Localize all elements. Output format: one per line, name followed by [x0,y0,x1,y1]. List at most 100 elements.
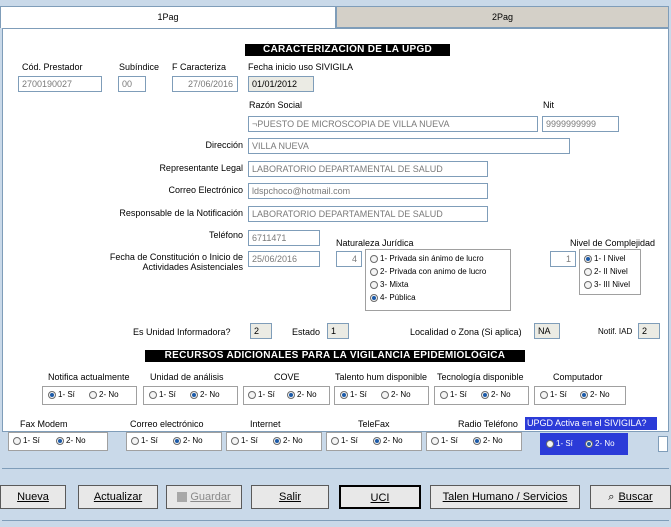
tecnologia-no[interactable]: 2- No [481,390,511,399]
cod-prestador-field[interactable]: 2700190027 [18,76,102,92]
fecha-constitucion-label-2: Actividades Asistenciales [142,262,243,272]
radio-telefono-no[interactable]: 2- No [473,436,503,445]
fecha-constitucion-field[interactable]: 25/06/2016 [248,251,320,267]
localidad-field[interactable]: NA [534,323,560,339]
internet-no[interactable]: 2- No [273,436,303,445]
unidad-analisis-no[interactable]: 2- No [190,390,220,399]
option-label: 1- Sí [241,436,258,445]
complejidad-option-1[interactable]: 1- I Nivel [584,254,626,263]
naturaleza-option-1[interactable]: 1- Privada sin ánimo de lucro [370,254,484,263]
naturaleza-option-label: 4- Pública [380,293,416,302]
save-icon [177,492,188,503]
cove-label: COVE [274,372,300,382]
complejidad-option-2[interactable]: 2- II Nivel [584,267,628,276]
cove-no[interactable]: 2- No [287,390,317,399]
naturaleza-option-2[interactable]: 2- Privada con animo de lucro [370,267,486,276]
tab-2pag[interactable]: 2Pag [336,6,669,28]
radio-selected-icon [373,436,381,445]
direccion-field[interactable]: VILLA NUEVA [248,138,570,154]
option-label: 2- No [491,390,511,399]
estado-field[interactable]: 1 [327,323,349,339]
unidad-informadora-field[interactable]: 2 [250,323,272,339]
option-label: 2- No [383,436,403,445]
fax-yes[interactable]: 1- Sí [13,436,40,445]
talen-humano-button[interactable]: Talen Humano / Servicios [430,485,580,509]
radio-icon [248,390,256,399]
telefax-yes[interactable]: 1- Sí [331,436,358,445]
correo-electronico-no[interactable]: 2- No [173,436,203,445]
option-label: 2- No [297,390,317,399]
computador-no[interactable]: 2- No [580,390,610,399]
naturaleza-field[interactable]: 4 [336,251,362,267]
complejidad-option-3[interactable]: 3- III Nivel [584,280,630,289]
recursos-title: RECURSOS ADICIONALES PARA LA VIGILANCIA … [145,350,525,362]
fax-label: Fax Modem [20,419,68,429]
buscar-button-label: Buscar [618,491,653,503]
fecha-inicio-field[interactable]: 01/01/2012 [248,76,314,92]
complejidad-option-label: 1- I Nivel [594,254,626,263]
naturaleza-option-label: 3- Mixta [380,280,409,289]
razon-social-field[interactable]: ¬PUESTO DE MICROSCOPIA DE VILLA NUEVA [248,116,538,132]
radio-icon [331,436,339,445]
option-label: 1- Sí [556,439,573,448]
actualizar-button[interactable]: Actualizar [78,485,158,509]
actualizar-button-label: Actualizar [93,491,143,503]
naturaleza-option-4[interactable]: 4- Pública [370,293,416,302]
complejidad-field[interactable]: 1 [550,251,576,267]
radio-selected-icon [370,293,378,302]
tab-1pag[interactable]: 1Pag [0,6,336,28]
subindice-label: Subíndice [119,62,160,72]
direccion-label: Dirección [205,140,243,150]
upgd-activa-yes[interactable]: 1- Sí [546,439,573,448]
subindice-field[interactable]: 00 [118,76,146,92]
f-caracteriza-field[interactable]: 27/06/2016 [172,76,238,92]
unidad-analisis-yes[interactable]: 1- Sí [149,390,176,399]
notif-iad-label: Notif. IAD [598,327,633,336]
representante-field[interactable]: LABORATORIO DEPARTAMENTAL DE SALUD [248,161,488,177]
radio-icon [231,436,239,445]
buscar-button[interactable]: ⌕ Buscar [590,485,671,509]
fax-no[interactable]: 2- No [56,436,86,445]
responsable-label: Responsable de la Notificación [119,208,243,218]
internet-label: Internet [250,419,281,429]
notifica-yes[interactable]: 1- Sí [48,390,75,399]
radio-selected-icon [173,436,181,445]
tecnologia-yes[interactable]: 1- Sí [440,390,467,399]
radio-telefono-yes[interactable]: 1- Sí [431,436,458,445]
nit-label: Nit [543,100,554,110]
radio-icon [584,280,592,289]
radio-selected-icon [56,436,64,445]
computador-yes[interactable]: 1- Sí [540,390,567,399]
internet-yes[interactable]: 1- Sí [231,436,258,445]
guardar-button-label: Guardar [190,491,231,503]
complejidad-option-label: 3- III Nivel [594,280,631,289]
talento-no[interactable]: 2- No [381,390,411,399]
tab-bar: 1Pag 2Pag [0,0,671,30]
fecha-constitucion-label-1: Fecha de Constitución o Inicio de [109,252,243,262]
naturaleza-option-3[interactable]: 3- Mixta [370,280,408,289]
upgd-activa-no[interactable]: 2- No [585,439,615,448]
guardar-button[interactable]: Guardar [166,485,242,509]
telefax-no[interactable]: 2- No [373,436,403,445]
razon-social-label: Razón Social [249,100,303,110]
cove-yes[interactable]: 1- Sí [248,390,275,399]
correo-electronico-yes[interactable]: 1- Sí [131,436,158,445]
upgd-activa-field[interactable] [658,436,668,452]
radio-selected-icon [48,390,56,399]
radio-selected-icon [287,390,295,399]
option-label: 2- No [483,436,503,445]
talento-yes[interactable]: 1- Sí [340,390,367,399]
nit-field[interactable]: 9999999999 [542,116,619,132]
salir-button-label: Salir [278,491,301,503]
radio-icon [546,439,554,448]
option-label: 1- Sí [350,390,367,399]
salir-button[interactable]: Salir [251,485,329,509]
notif-iad-field[interactable]: 2 [638,323,660,339]
telefono-field[interactable]: 6711471 [248,230,320,246]
separator [2,520,669,521]
notifica-no[interactable]: 2- No [89,390,119,399]
nueva-button[interactable]: Nueva [0,485,66,509]
responsable-field[interactable]: LABORATORIO DEPARTAMENTAL DE SALUD [248,206,488,222]
correo-field[interactable]: ldspchoco@hotmail.com [248,183,488,199]
uci-button[interactable]: UCI [339,485,421,509]
